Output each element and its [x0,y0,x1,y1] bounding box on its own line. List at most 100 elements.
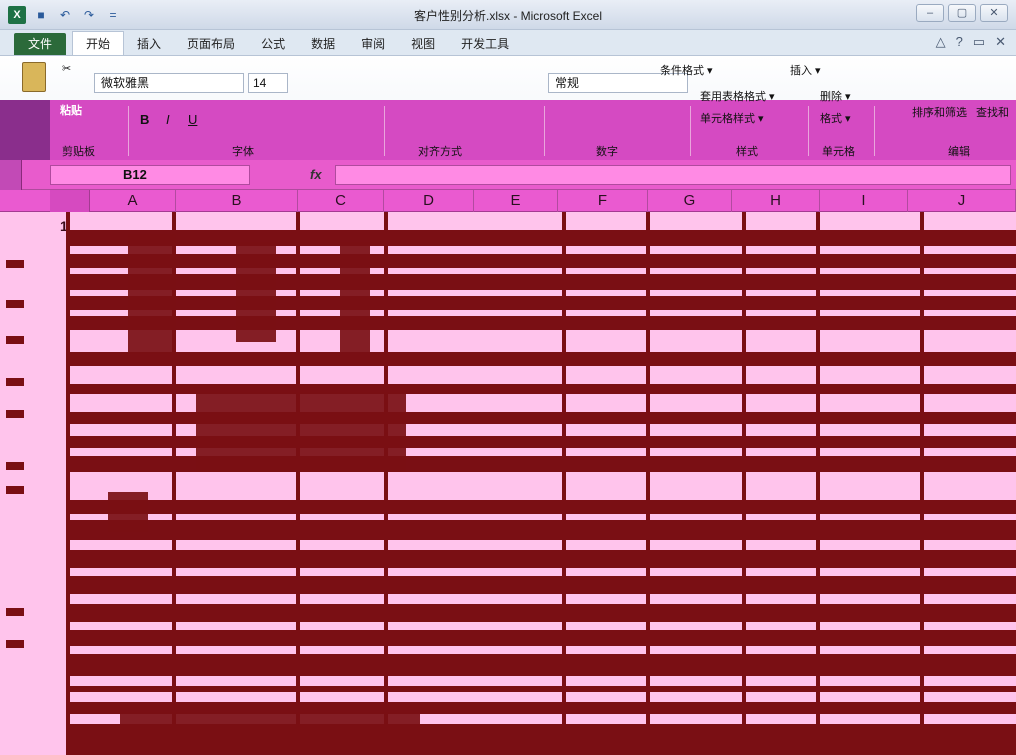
tab-home[interactable]: 开始 [72,31,125,55]
tab-developer[interactable]: 开发工具 [448,33,522,55]
cell-style-button[interactable]: 单元格样式 ▾ [700,110,764,126]
grid-artifact [128,234,176,354]
tab-review[interactable]: 审阅 [348,33,398,55]
grid-artifact [6,300,24,308]
close-workbook-icon[interactable]: ✕ [995,34,1006,50]
delete-cells-button[interactable]: 删除 ▾ [820,88,851,104]
ribbon-separator [874,106,875,156]
minimize-button[interactable]: – [916,4,944,22]
grid-artifact [6,486,24,494]
save-icon[interactable]: ■ [32,6,50,24]
excel-window: X ■ ↶ ↷ = 客户性别分析.xlsx - Microsoft Excel … [0,0,1016,755]
column-header-c[interactable]: C [298,190,384,212]
cut-icon[interactable]: ✂ [62,62,71,75]
undo-icon[interactable]: ↶ [56,6,74,24]
group-font: 字体 [232,146,254,158]
column-header-j[interactable]: J [908,190,1016,212]
grid-artifact [68,630,1016,646]
grid-artifact [340,242,370,352]
column-header-g[interactable]: G [648,190,732,212]
grid-artifact [236,242,276,342]
restore-icon[interactable]: ▭ [973,34,985,50]
group-clipboard: 剪贴板 [62,146,95,158]
grid-artifact [68,296,1016,310]
maximize-button[interactable]: ▢ [948,4,976,22]
grid-artifact [68,686,1016,692]
conditional-format-button[interactable]: 条件格式 ▾ [660,62,713,78]
font-name-select[interactable]: 微软雅黑 [94,73,244,93]
sort-filter-button[interactable]: 排序和筛选 [912,104,967,120]
table-format-button[interactable]: 套用表格格式 ▾ [700,88,775,104]
select-all-corner[interactable] [50,190,90,212]
name-box[interactable]: B12 [50,165,250,185]
grid-artifact [68,274,1016,290]
grid-artifact [68,316,1016,330]
tab-data[interactable]: 数据 [298,33,348,55]
title-bar: X ■ ↶ ↷ = 客户性别分析.xlsx - Microsoft Excel … [0,0,1016,30]
collapse-ribbon-icon[interactable]: △ [936,34,946,50]
redo-icon[interactable]: ↷ [80,6,98,24]
grid-artifact [6,608,24,616]
group-editing: 编辑 [948,146,970,158]
grid-artifact [68,500,1016,514]
close-button[interactable]: ✕ [980,4,1008,22]
find-select-button[interactable]: 查找和 [976,104,1009,120]
tab-page-layout[interactable]: 页面布局 [174,33,248,55]
ribbon-separator [544,106,545,156]
group-alignment: 对齐方式 [418,146,462,158]
tab-formulas[interactable]: 公式 [248,33,298,55]
worksheet-grid[interactable]: 1 [0,212,1016,755]
column-header-f[interactable]: F [558,190,648,212]
grid-artifact [6,260,24,268]
ribbon-separator [384,106,385,156]
formula-input[interactable] [335,165,1011,185]
column-header-h[interactable]: H [732,190,820,212]
grid-artifact [6,378,24,386]
insert-cells-button[interactable]: 插入 ▾ [790,62,821,78]
tab-insert[interactable]: 插入 [124,33,174,55]
tab-file[interactable]: 文件 [14,33,67,55]
grid-artifact [6,336,24,344]
ribbon-help-icons: △ ? ▭ ✕ [936,34,1006,50]
window-controls: – ▢ ✕ [916,4,1008,22]
help-icon[interactable]: ? [956,34,963,50]
quick-access-toolbar: X ■ ↶ ↷ = [0,5,122,24]
ribbon-lower-area [50,100,1016,160]
excel-logo-icon: X [8,5,26,24]
grid-artifact [6,462,24,470]
paste-button[interactable]: 粘贴 [60,102,82,118]
window-title: 客户性别分析.xlsx - Microsoft Excel [413,9,603,23]
ribbon-separator [128,106,129,156]
column-header-i[interactable]: I [820,190,908,212]
group-cells: 单元格 [822,146,855,158]
grid-artifact [68,604,1016,622]
column-header-a[interactable]: A [90,190,176,212]
grid-artifact [6,410,24,418]
function-icon[interactable]: fx [310,167,322,182]
ribbon-left-strip [0,100,50,160]
column-header-e[interactable]: E [474,190,558,212]
column-header-d[interactable]: D [384,190,474,212]
grid-artifact [108,492,148,532]
column-header-b[interactable]: B [176,190,298,212]
grid-artifact [68,254,1016,268]
group-styles: 样式 [736,146,758,158]
ribbon-tabs: 文件 开始 插入 页面布局 公式 数据 审阅 视图 开发工具 △ ? ▭ ✕ [0,30,1016,56]
grid-artifact [68,576,1016,594]
grid-artifact [68,550,1016,568]
bold-button[interactable]: B [140,112,149,127]
group-number: 数字 [596,146,618,158]
grid-artifact [800,727,970,755]
format-cells-button[interactable]: 格式 ▾ [820,110,851,126]
grid-artifact [6,640,24,648]
grid-artifact [68,230,1016,246]
ribbon-separator [690,106,691,156]
grid-artifact [196,392,406,472]
underline-button[interactable]: U [188,112,197,127]
tab-view[interactable]: 视图 [398,33,448,55]
font-size-select[interactable]: 14 [248,73,288,93]
customize-qat-icon[interactable]: = [104,6,122,24]
grid-artifact [120,712,420,752]
italic-button[interactable]: I [166,112,170,127]
paste-icon[interactable] [22,62,46,92]
